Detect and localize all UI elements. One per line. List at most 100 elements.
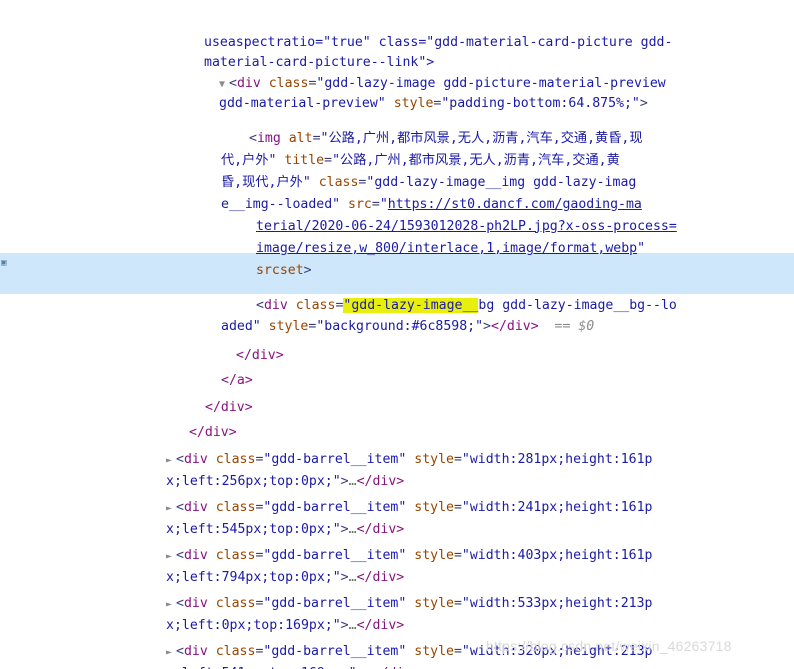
close-bracket: > (340, 569, 349, 585)
equals: = (453, 547, 462, 563)
tag-name-img: img (256, 130, 281, 146)
quote-close: " (637, 240, 646, 256)
collapsed-content-ellipsis[interactable]: … (349, 618, 357, 633)
attr-value-style-part1[interactable]: "width:320px;height:213p (462, 644, 653, 659)
attr-name-style[interactable]: style (414, 548, 454, 563)
attr-name-style-selected[interactable]: style (269, 319, 309, 334)
attr-name-title[interactable]: title (284, 153, 324, 168)
attr-value-style-background[interactable]: "background:#6c8598;" (316, 319, 483, 334)
dom-line-attr-continuation-top[interactable]: useaspectratio="true" class="gdd-materia… (0, 0, 794, 50)
collapsed-triangle-icon[interactable]: ► (166, 595, 176, 615)
collapsed-triangle-icon[interactable]: ► (166, 643, 176, 663)
attr-name-class[interactable]: class (216, 596, 256, 611)
tag-name-div: div (236, 75, 261, 91)
attr-value-class-selected-rest[interactable]: bg gdd-lazy-image__bg--lo (478, 298, 677, 313)
selected-node-reference: == $0 (554, 318, 595, 334)
attr-value-class[interactable]: "gdd-barrel__item" (263, 644, 406, 659)
devtools-elements-panel[interactable]: ▣ useaspectratio="true" class="gdd-mater… (0, 0, 794, 669)
attr-value-style-part2[interactable]: x;left:0px;top:169px;" (166, 618, 341, 633)
close-tag-div: </div> (356, 617, 405, 633)
collapsed-content-ellipsis[interactable]: … (349, 474, 357, 489)
collapsed-triangle-icon[interactable]: ► (166, 499, 176, 519)
equals: = (453, 643, 462, 659)
attr-name-img-class[interactable]: class (319, 175, 359, 190)
collapsed-triangle-icon[interactable]: ► (166, 451, 176, 471)
attr-value-style-part2[interactable]: x;left:545px;top:0px;" (166, 522, 341, 537)
attr-value-style-part1[interactable]: "width:281px;height:161p (462, 452, 653, 467)
close-bracket: > (340, 521, 349, 537)
line-top-clipped-text: useaspectratio="true" class="gdd-materia… (204, 34, 673, 50)
attr-name-class[interactable]: class (216, 452, 256, 467)
attr-name-class[interactable]: class (269, 76, 309, 91)
attr-value-class-part1[interactable]: "gdd-lazy-image gdd-picture-material-pre… (316, 76, 665, 91)
close-tag-a: </a> (221, 372, 253, 388)
close-tag-div: </div> (356, 521, 405, 537)
attr-name-style[interactable]: style (414, 596, 454, 611)
close-bracket: > (483, 318, 491, 334)
attr-value-style-part1[interactable]: "width:241px;height:161p (462, 500, 653, 515)
attr-value-title-part1[interactable]: "公路,广州,都市风景,无人,沥青,汽车,交通,黄 (332, 153, 620, 168)
attr-value-class[interactable]: "gdd-barrel__item" (263, 548, 406, 563)
attr-value-alt-part1[interactable]: "公路,广州,都市风景,无人,沥青,汽车,交通,黄昏,现 (321, 131, 643, 146)
open-bracket: < (229, 75, 237, 91)
attr-name-style[interactable]: style (414, 500, 454, 515)
attr-value-class[interactable]: "gdd-barrel__item" (263, 596, 406, 611)
src-url-part3[interactable]: image/resize,w_800/interlace,1,image/for… (256, 241, 637, 256)
attr-value-class[interactable]: "gdd-barrel__item" (263, 452, 406, 467)
equals: = (453, 451, 462, 467)
close-tag-div-2: </div> (205, 399, 253, 415)
attr-value-style-part2[interactable]: x;left:256px;top:0px;" (166, 474, 341, 489)
equals: = (324, 152, 333, 168)
attr-name-srcset[interactable]: srcset (256, 263, 304, 278)
attr-name-style[interactable]: style (414, 452, 454, 467)
open-bracket: < (176, 547, 184, 563)
attr-value-style-part1[interactable]: "width:403px;height:161p (462, 548, 653, 563)
open-bracket: < (176, 643, 184, 659)
attr-value-class-selected-cont[interactable]: aded" (221, 319, 261, 334)
attr-name-class-selected[interactable]: class (296, 298, 336, 313)
attr-name-style[interactable]: style (414, 644, 454, 659)
tag-name-div: div (183, 499, 208, 515)
attr-value-style-part2[interactable]: x;left:794px;top:0px;" (166, 570, 341, 585)
src-url-part1[interactable]: https://st0.dancf.com/gaoding-ma (388, 197, 642, 212)
selected-node-gutter-marker[interactable]: ▣ (1, 259, 10, 268)
attr-value-alt-part2[interactable]: 代,户外" (221, 153, 276, 168)
open-bracket: < (176, 595, 184, 611)
tag-name-div: div (183, 595, 208, 611)
attr-value-title-part2[interactable]: 昏,现代,户外" (221, 175, 311, 190)
search-match-highlight[interactable]: "gdd-lazy-image__ (343, 297, 479, 313)
attr-value-class[interactable]: "gdd-barrel__item" (263, 500, 406, 515)
collapsed-content-ellipsis[interactable]: … (349, 570, 357, 585)
close-bracket: > (340, 473, 349, 489)
close-tag-div: </div> (356, 473, 405, 489)
quote-open: " (379, 196, 388, 212)
attr-name-src[interactable]: src (348, 197, 372, 212)
collapsed-triangle-icon[interactable]: ► (166, 547, 176, 567)
attr-name-style[interactable]: style (394, 96, 434, 111)
attr-value-style-padding-bottom[interactable]: "padding-bottom:64.875%;" (441, 96, 640, 111)
open-bracket: < (249, 130, 257, 146)
attr-value-style-part1[interactable]: "width:533px;height:213p (462, 596, 653, 611)
attr-value-img-class-part2[interactable]: e__img--loaded" (221, 197, 340, 212)
attr-name-class[interactable]: class (216, 644, 256, 659)
attr-value-img-class-part1[interactable]: "gdd-lazy-image__img gdd-lazy-imag (366, 175, 636, 190)
attr-value-class-part2[interactable]: gdd-material-preview" (219, 96, 386, 111)
close-tag-div-3: </div> (189, 424, 237, 440)
close-tag-div-selected: </div> (491, 318, 539, 334)
attr-name-alt[interactable]: alt (289, 131, 313, 146)
close-bracket: > (340, 617, 349, 633)
expanded-triangle-icon[interactable]: ▼ (219, 75, 229, 95)
attr-name-class[interactable]: class (216, 548, 256, 563)
src-url-part2[interactable]: terial/2020-06-24/1593012028-ph2LP.jpg?x… (256, 219, 677, 234)
equals: = (371, 196, 380, 212)
collapsed-content-ellipsis[interactable]: … (349, 522, 357, 537)
attr-name-class[interactable]: class (216, 500, 256, 515)
dom-line-anchor-close[interactable]: material-card-picture--link"> (0, 12, 794, 70)
